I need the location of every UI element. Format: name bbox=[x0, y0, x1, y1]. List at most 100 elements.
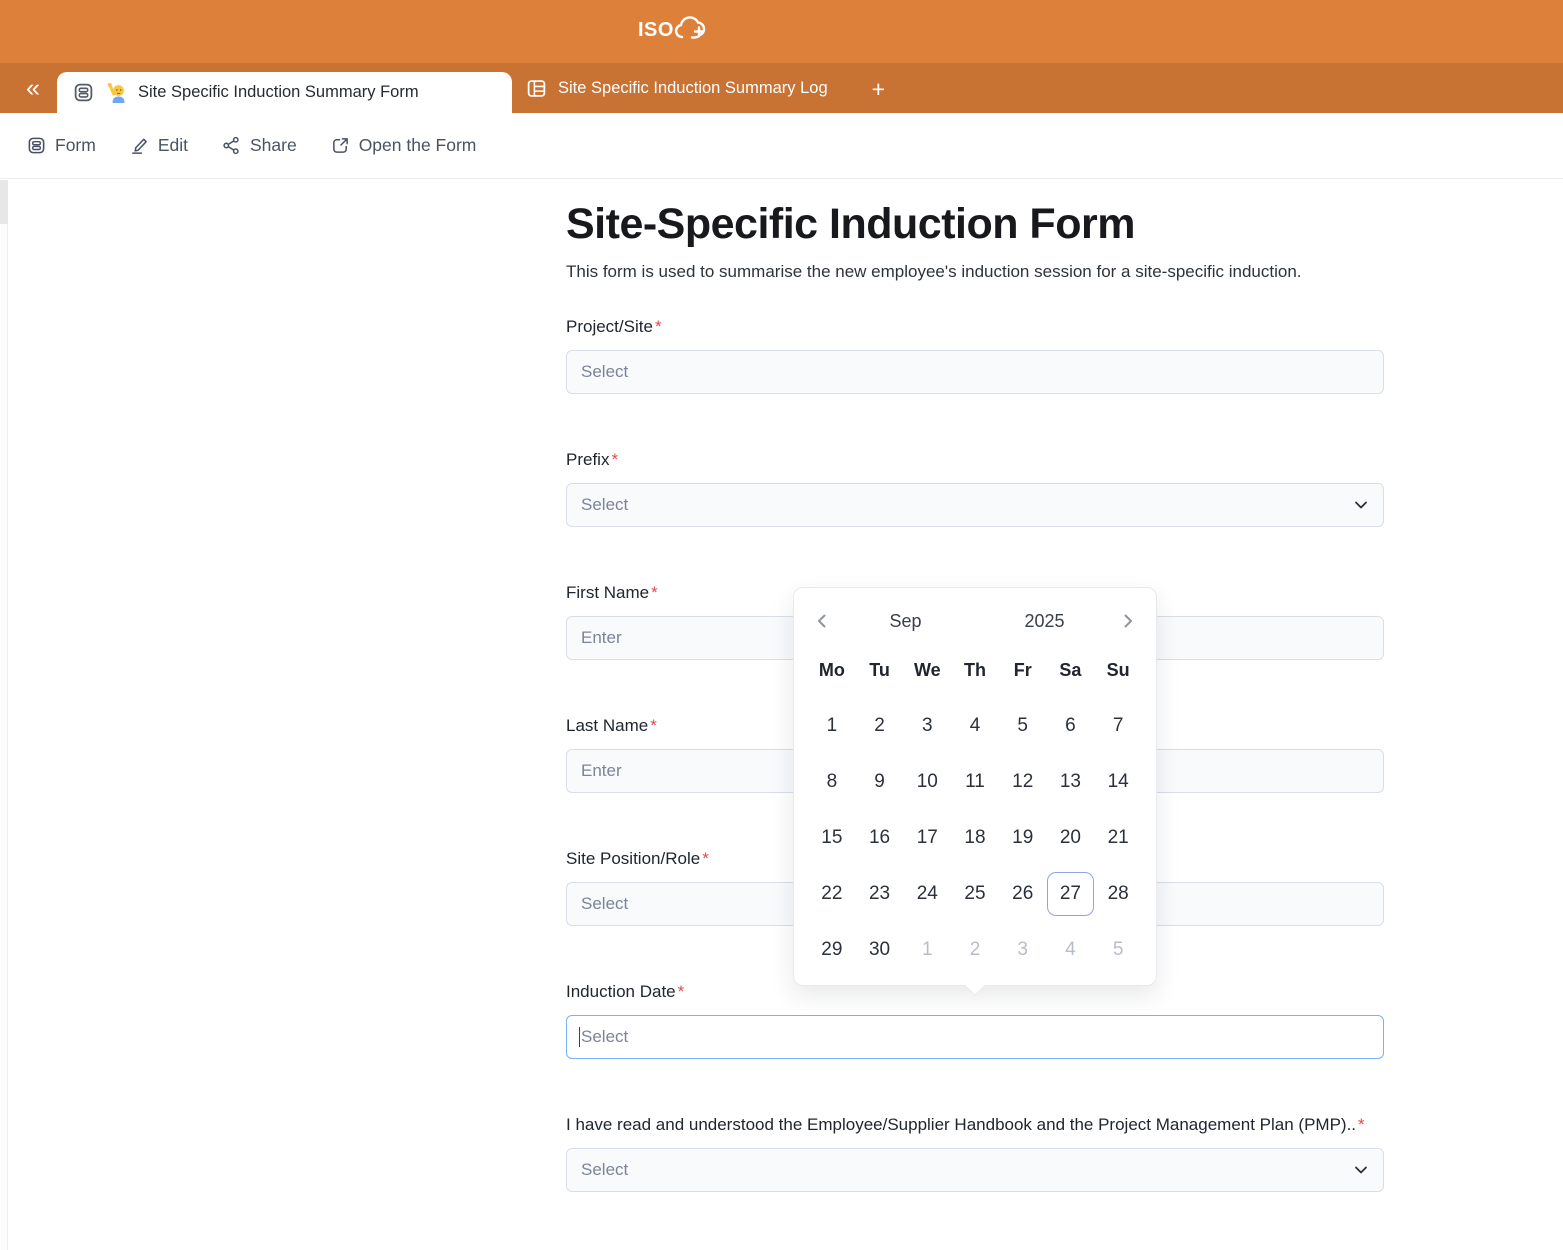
form-view-button[interactable]: Form bbox=[27, 135, 96, 156]
weekday-label: We bbox=[903, 660, 951, 681]
calendar-day[interactable]: 23 bbox=[856, 872, 904, 916]
calendar-day[interactable]: 8 bbox=[808, 760, 856, 804]
calendar-day[interactable]: 21 bbox=[1094, 816, 1142, 860]
calendar-day[interactable]: 3 bbox=[999, 928, 1047, 972]
calendar-day[interactable]: 1 bbox=[808, 704, 856, 748]
raising-hand-emoji-icon bbox=[105, 82, 127, 104]
prefix-select[interactable] bbox=[566, 483, 1384, 527]
calendar-day[interactable]: 14 bbox=[1094, 760, 1142, 804]
required-asterisk: * bbox=[1358, 1115, 1365, 1134]
weekday-label: Fr bbox=[999, 660, 1047, 681]
project-site-select[interactable] bbox=[566, 350, 1384, 394]
field-label: Prefix* bbox=[566, 446, 1384, 473]
calendar-day[interactable]: 12 bbox=[999, 760, 1047, 804]
calendar-day[interactable]: 2 bbox=[951, 928, 999, 972]
page-title: Site-Specific Induction Form bbox=[566, 198, 1384, 250]
tab-label: Site Specific Induction Summary Form bbox=[138, 83, 419, 102]
app-logo: ISO bbox=[638, 14, 708, 45]
share-icon bbox=[222, 136, 241, 155]
calendar-day[interactable]: 26 bbox=[999, 872, 1047, 916]
calendar-next-button[interactable] bbox=[1114, 607, 1142, 635]
tab-induction-summary-log[interactable]: Site Specific Induction Summary Log bbox=[512, 63, 844, 113]
edit-icon bbox=[130, 136, 149, 155]
calendar-month[interactable]: Sep bbox=[836, 611, 975, 632]
calendar-day[interactable]: 7 bbox=[1094, 704, 1142, 748]
form-toolbar: Form Edit Share Open the Form bbox=[0, 113, 1563, 179]
collapse-sidebar-icon[interactable]: « bbox=[16, 71, 50, 105]
calendar-day[interactable]: 13 bbox=[1047, 760, 1095, 804]
calendar-header: Sep 2025 bbox=[808, 602, 1142, 640]
calendar-grid: 1234567891011121314151617181920212223242… bbox=[808, 704, 1142, 972]
edit-label: Edit bbox=[158, 135, 188, 156]
weekday-label: Sa bbox=[1047, 660, 1095, 681]
calendar-day[interactable]: 6 bbox=[1047, 704, 1095, 748]
handbook-acknowledgement-select[interactable] bbox=[566, 1148, 1384, 1192]
new-tab-button[interactable]: + bbox=[864, 78, 893, 101]
calendar-day[interactable]: 4 bbox=[951, 704, 999, 748]
required-asterisk: * bbox=[678, 982, 685, 1001]
tab-induction-summary-form[interactable]: Site Specific Induction Summary Form bbox=[57, 72, 512, 113]
induction-date-input[interactable] bbox=[566, 1015, 1384, 1059]
form-icon bbox=[73, 82, 94, 103]
logo-text: ISO bbox=[638, 15, 674, 45]
share-label: Share bbox=[250, 135, 297, 156]
calendar-day[interactable]: 5 bbox=[999, 704, 1047, 748]
weekday-label: Su bbox=[1094, 660, 1142, 681]
edit-button[interactable]: Edit bbox=[130, 135, 188, 156]
calendar-year[interactable]: 2025 bbox=[975, 611, 1114, 632]
field-project-site: Project/Site* bbox=[566, 313, 1384, 394]
calendar-day[interactable]: 19 bbox=[999, 816, 1047, 860]
required-asterisk: * bbox=[655, 317, 662, 336]
form-icon bbox=[27, 136, 46, 155]
calendar-day[interactable]: 2 bbox=[856, 704, 904, 748]
calendar-weekday-row: Mo Tu We Th Fr Sa Su bbox=[808, 652, 1142, 688]
calendar-day[interactable]: 17 bbox=[903, 816, 951, 860]
calendar-day[interactable]: 16 bbox=[856, 816, 904, 860]
calendar-day[interactable]: 4 bbox=[1047, 928, 1095, 972]
table-icon bbox=[526, 78, 547, 99]
date-picker-popup: Sep 2025 Mo Tu We Th Fr Sa Su 1234567891… bbox=[793, 587, 1157, 986]
required-asterisk: * bbox=[651, 583, 658, 602]
tab-label: Site Specific Induction Summary Log bbox=[558, 79, 828, 98]
calendar-day[interactable]: 1 bbox=[903, 928, 951, 972]
share-button[interactable]: Share bbox=[222, 135, 297, 156]
chevron-right-icon bbox=[1120, 613, 1136, 629]
calendar-day[interactable]: 30 bbox=[856, 928, 904, 972]
calendar-day[interactable]: 28 bbox=[1094, 872, 1142, 916]
left-scroll-rail bbox=[0, 180, 8, 1250]
calendar-day[interactable]: 24 bbox=[903, 872, 951, 916]
tab-bar: « Site Specific Induction Summary Form bbox=[0, 63, 1563, 113]
external-link-icon bbox=[331, 136, 350, 155]
app-header: ISO bbox=[0, 0, 1563, 63]
field-label: Project/Site* bbox=[566, 313, 1384, 340]
required-asterisk: * bbox=[702, 849, 709, 868]
page: ISO « Site Specific bbox=[0, 0, 1563, 1250]
required-asterisk: * bbox=[650, 716, 657, 735]
calendar-day[interactable]: 5 bbox=[1094, 928, 1142, 972]
weekday-label: Tu bbox=[856, 660, 904, 681]
calendar-day[interactable]: 11 bbox=[951, 760, 999, 804]
text-cursor bbox=[579, 1027, 580, 1047]
scrollbar-thumb[interactable] bbox=[0, 180, 8, 224]
calendar-day[interactable]: 9 bbox=[856, 760, 904, 804]
form-view-label: Form bbox=[55, 135, 96, 156]
weekday-label: Mo bbox=[808, 660, 856, 681]
field-prefix: Prefix* bbox=[566, 446, 1384, 527]
field-handbook-acknowledgement: I have read and understood the Employee/… bbox=[566, 1111, 1384, 1192]
calendar-day[interactable]: 18 bbox=[951, 816, 999, 860]
calendar-day[interactable]: 25 bbox=[951, 872, 999, 916]
open-form-label: Open the Form bbox=[359, 135, 477, 156]
calendar-day-today[interactable]: 27 bbox=[1047, 872, 1095, 916]
weekday-label: Th bbox=[951, 660, 999, 681]
calendar-day[interactable]: 15 bbox=[808, 816, 856, 860]
calendar-day[interactable]: 3 bbox=[903, 704, 951, 748]
open-form-button[interactable]: Open the Form bbox=[331, 135, 477, 156]
form-description: This form is used to summarise the new e… bbox=[566, 258, 1384, 285]
required-asterisk: * bbox=[611, 450, 618, 469]
calendar-prev-button[interactable] bbox=[808, 607, 836, 635]
calendar-day[interactable]: 20 bbox=[1047, 816, 1095, 860]
calendar-day[interactable]: 22 bbox=[808, 872, 856, 916]
calendar-day[interactable]: 10 bbox=[903, 760, 951, 804]
calendar-day[interactable]: 29 bbox=[808, 928, 856, 972]
chevron-left-icon bbox=[814, 613, 830, 629]
